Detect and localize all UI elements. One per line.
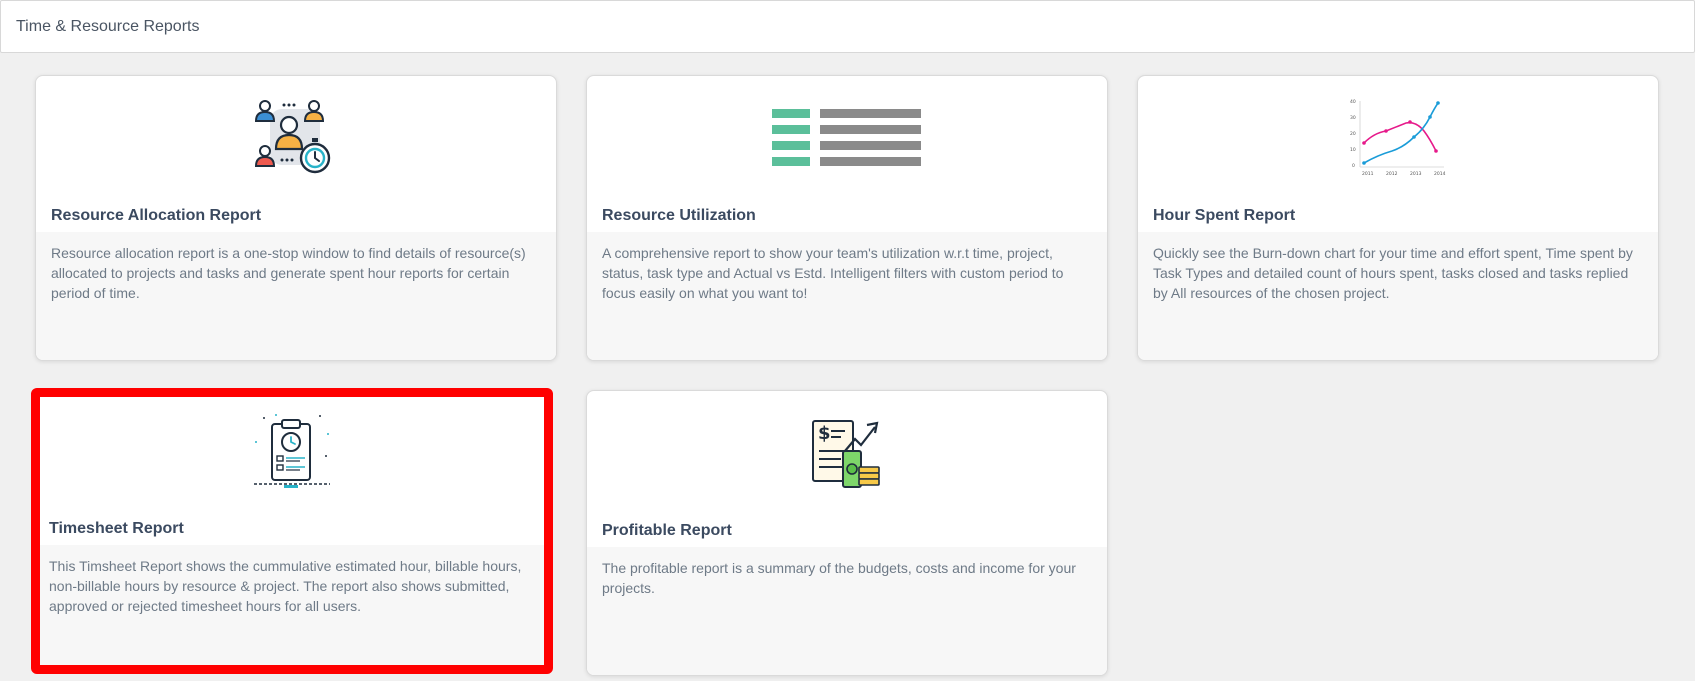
card-description: Quickly see the Burn-down chart for your…	[1138, 232, 1658, 360]
icon-y-tick: 0	[1352, 163, 1355, 169]
card-title: Resource Allocation Report	[51, 207, 262, 224]
icon-x-tick: 2011	[1362, 171, 1374, 177]
page-title: Time & Resource Reports	[16, 18, 200, 35]
card-resource-allocation-report[interactable]: Resource Allocation Report Resource allo…	[35, 75, 557, 361]
profit-document-icon: $	[812, 420, 880, 488]
card-resource-utilization[interactable]: Resource Utilization A comprehensive rep…	[586, 75, 1108, 361]
icon-x-tick: 2013	[1410, 171, 1422, 177]
card-title: Resource Utilization	[602, 207, 756, 224]
icon-x-tick: 2014	[1434, 171, 1446, 177]
icon-y-tick: 40	[1350, 99, 1356, 105]
card-description: The profitable report is a summary of th…	[587, 547, 1107, 675]
timesheet-clipboard-icon	[254, 414, 330, 488]
card-title: Timesheet Report	[49, 520, 184, 537]
icon-y-tick: 30	[1350, 115, 1356, 121]
reports-grid: Resource Allocation Report Resource allo…	[0, 53, 1695, 681]
icon-y-tick: 20	[1350, 131, 1356, 137]
card-description: A comprehensive report to show your team…	[587, 232, 1107, 360]
card-description: Resource allocation report is a one-stop…	[36, 232, 556, 360]
icon-x-tick: 2012	[1386, 171, 1398, 177]
dollar-icon: $	[818, 423, 831, 444]
icon-y-tick: 10	[1350, 147, 1356, 153]
card-title: Hour Spent Report	[1153, 207, 1296, 224]
page-header: Time & Resource Reports	[0, 0, 1695, 53]
card-description: This Timsheet Report shows the cummulati…	[40, 545, 544, 665]
line-chart-icon: 40 30 20 10 0 2011 2012 2013 2014	[1350, 99, 1446, 177]
card-title: Profitable Report	[602, 522, 732, 539]
resource-allocation-icon	[254, 100, 331, 174]
card-profitable-report[interactable]: $ Profitable Report The profitable repor…	[586, 390, 1108, 676]
card-timesheet-report[interactable]: Timesheet Report This Timsheet Report sh…	[31, 388, 553, 674]
card-hour-spent-report[interactable]: 40 30 20 10 0 2011 2012 2013 2014 Hour S…	[1137, 75, 1659, 361]
list-icon	[772, 109, 921, 166]
